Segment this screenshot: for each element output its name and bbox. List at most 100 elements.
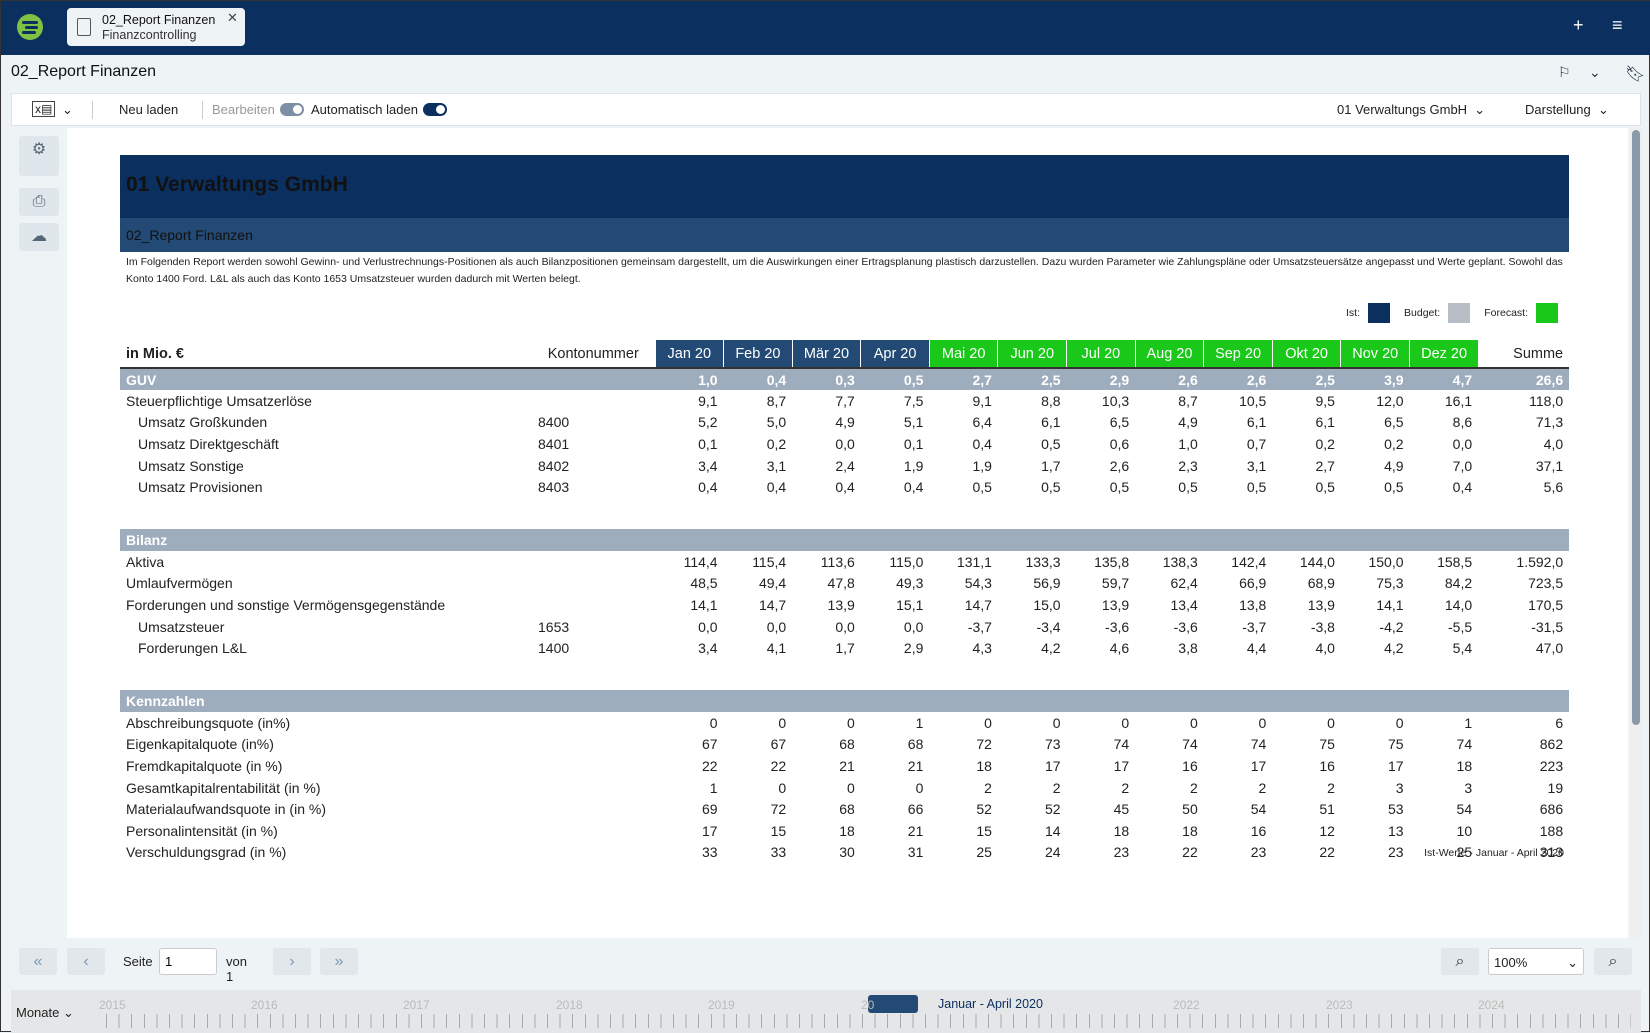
settings-gear-icon[interactable]: ⚙ xyxy=(19,136,59,176)
month-value: 6,5 xyxy=(1109,414,1130,431)
bookmark-icon[interactable]: 🔖︎ xyxy=(1625,64,1645,84)
first-page-button[interactable]: « xyxy=(19,948,57,975)
month-value: 2,9 xyxy=(903,640,924,657)
row-label: Umsatz Provisionen xyxy=(138,479,263,496)
timeline-year[interactable]: 2022 xyxy=(1173,998,1200,1012)
autoload-label: Automatisch laden xyxy=(311,102,418,117)
month-value: 142,4 xyxy=(1231,553,1267,570)
timeline-year[interactable]: 2023 xyxy=(1326,998,1353,1012)
export-chevron-icon[interactable]: ⌄ xyxy=(62,102,73,118)
chevron-down-icon[interactable]: ⌄ xyxy=(1589,64,1601,81)
table-row: Personalintensität (in %) 17 15 18 21 15 14 18 1… xyxy=(120,820,1569,842)
month-value: 9,5 xyxy=(1315,392,1335,409)
timeline-year[interactable]: 2017 xyxy=(403,998,430,1012)
month-value: 2 xyxy=(1052,779,1061,796)
page-label: Seite xyxy=(123,954,153,969)
month-value: 2,7 xyxy=(929,368,998,390)
timeline-year[interactable]: 2018 xyxy=(556,998,583,1012)
month-value: 6,1 xyxy=(1315,414,1335,431)
month-value: 23 xyxy=(1387,844,1404,861)
row-label: Umsatzsteuer xyxy=(138,618,225,635)
timeline-year[interactable]: 2019 xyxy=(708,998,735,1012)
timeline-year[interactable]: 20 xyxy=(861,998,874,1012)
page-input[interactable] xyxy=(159,948,217,975)
month-value: 1,0 xyxy=(655,368,724,390)
tab-report-finanzen[interactable]: 02_Report Finanzen Finanzcontrolling ✕ xyxy=(67,8,245,46)
account-number xyxy=(532,798,655,820)
view-select[interactable]: Darstellung ⌄ xyxy=(1525,102,1609,118)
month-header: Dez 20 xyxy=(1409,340,1479,369)
last-page-button[interactable]: » xyxy=(320,948,358,975)
table-row: Fremdkapitalquote (in %) 22 22 21 21 18 17 17 16… xyxy=(120,755,1569,777)
document-icon xyxy=(77,18,91,36)
vertical-scrollbar[interactable] xyxy=(1630,128,1642,938)
zoom-out-icon[interactable]: ⌕ xyxy=(1441,948,1479,975)
cloud-upload-icon[interactable]: ☁ xyxy=(19,223,59,251)
month-value: 3,4 xyxy=(698,640,718,657)
account-number xyxy=(532,368,655,390)
month-value: 0,4 xyxy=(1452,479,1473,496)
table-row: Umsatz Direktgeschäft 8401 0,1 0,2 0,0 0,1 0,4… xyxy=(120,433,1569,455)
month-value: 3,1 xyxy=(1246,457,1267,474)
sum-value: 1.592,0 xyxy=(1516,553,1564,570)
account-number xyxy=(532,390,655,412)
month-value: 23 xyxy=(1113,844,1130,861)
row-label: Abschreibungsquote (in%) xyxy=(126,714,291,731)
plus-icon[interactable]: + xyxy=(1573,15,1584,36)
month-value: 5,0 xyxy=(766,414,787,431)
edit-label: Bearbeiten xyxy=(212,102,275,117)
print-icon[interactable]: ⎙ xyxy=(19,188,59,216)
autoload-toggle[interactable] xyxy=(423,103,447,116)
reload-button[interactable]: Neu laden xyxy=(119,102,178,117)
table-row: Umsatz Großkunden 8400 5,2 5,0 4,9 5,1 6,4 6,1 6… xyxy=(120,412,1569,434)
month-value: -4,2 xyxy=(1379,618,1404,635)
month-value: 0 xyxy=(846,779,855,796)
next-page-button[interactable]: › xyxy=(273,948,311,975)
legend-item: Budget: xyxy=(1404,303,1476,323)
month-header: Jan 20 xyxy=(654,340,724,369)
excel-export-icon[interactable]: x▤ xyxy=(32,101,56,117)
month-value: 14 xyxy=(1044,822,1061,839)
month-value: 15 xyxy=(976,822,992,839)
month-value: 0,0 xyxy=(698,618,718,635)
month-value: 2,6 xyxy=(1109,457,1130,474)
company-select[interactable]: 01 Verwaltungs GmbH ⌄ xyxy=(1337,102,1485,118)
app-logo-icon[interactable] xyxy=(17,14,43,40)
prev-page-button[interactable]: ‹ xyxy=(67,948,105,975)
month-value: 54 xyxy=(1250,801,1267,818)
month-value: 9,1 xyxy=(972,392,992,409)
month-value: 113,6 xyxy=(820,553,855,570)
sum-value: 6 xyxy=(1555,714,1564,731)
month-value: 21 xyxy=(907,757,924,774)
sum-value: 723,5 xyxy=(1528,575,1564,592)
close-tab-icon[interactable]: ✕ xyxy=(227,10,238,26)
edit-toggle[interactable] xyxy=(280,103,304,116)
month-value: 17 xyxy=(1387,757,1404,774)
month-value: 2 xyxy=(1189,779,1198,796)
account-header: Kontonummer xyxy=(532,340,655,369)
zoom-in-icon[interactable]: ⌕ xyxy=(1594,948,1632,975)
flag-icon[interactable]: ⚐ xyxy=(1558,64,1571,81)
timeline-year[interactable]: 2024 xyxy=(1478,998,1505,1012)
timeline-unit-select[interactable]: Monate ⌄ xyxy=(16,1005,74,1021)
month-value: 0 xyxy=(915,779,924,796)
month-value: 2,4 xyxy=(835,457,855,474)
account-number xyxy=(532,551,655,573)
timeline-year[interactable]: 2016 xyxy=(251,998,278,1012)
month-value: 4,7 xyxy=(1409,368,1479,390)
timeline-year[interactable]: 2015 xyxy=(99,998,126,1012)
month-value: 33 xyxy=(770,844,787,861)
month-value: 10,3 xyxy=(1101,392,1130,409)
month-value: 12,0 xyxy=(1376,392,1404,409)
month-value xyxy=(1409,528,1479,551)
sum-value xyxy=(1478,528,1570,551)
month-value: 7,7 xyxy=(835,392,855,409)
month-value xyxy=(1340,528,1410,551)
zoom-select[interactable]: 100% ⌄ xyxy=(1488,948,1584,975)
month-value xyxy=(860,689,930,712)
timeline-range-handle[interactable] xyxy=(868,995,918,1013)
left-sidebar: ⚙ ⎙ ☁ xyxy=(11,128,66,938)
legend-item: Ist: xyxy=(1346,303,1396,323)
menu-icon[interactable]: ≡ xyxy=(1612,15,1623,36)
timeline[interactable]: Monate ⌄ Januar - April 2020 2015 2016 201… xyxy=(11,990,1641,1033)
